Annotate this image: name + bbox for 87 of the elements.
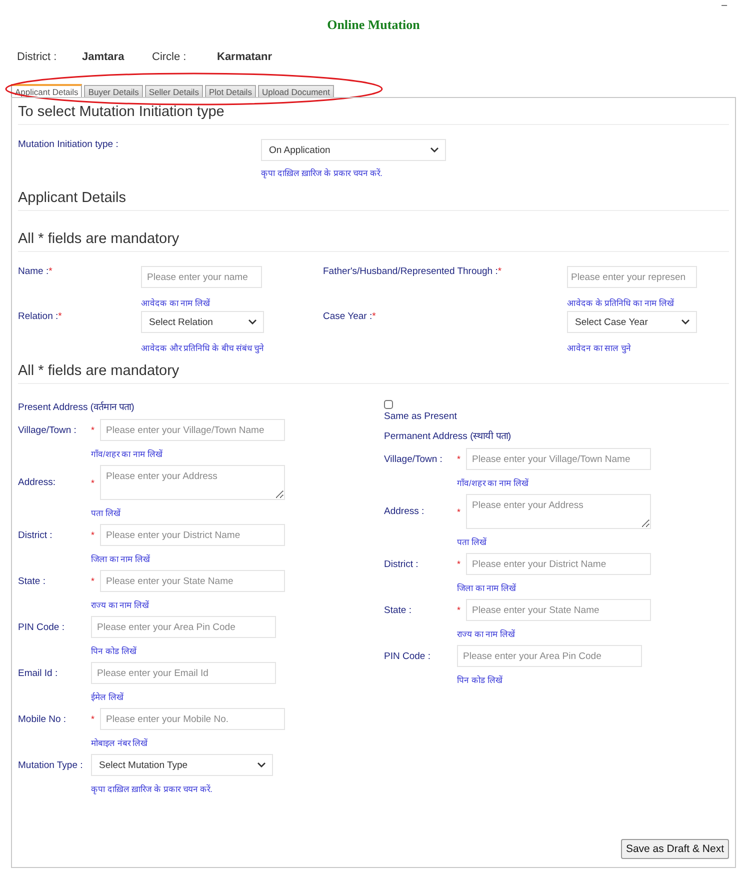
tab[interactable]: Buyer Details bbox=[84, 85, 143, 97]
field-label: Village/Town : bbox=[18, 424, 78, 436]
select-dropdown[interactable]: Select Mutation Type bbox=[91, 754, 273, 776]
chevron-down-icon bbox=[430, 147, 439, 153]
section-heading: Applicant Details bbox=[18, 184, 729, 211]
input-field[interactable]: Please enter your District Name bbox=[466, 553, 651, 575]
section-heading: To select Mutation Initiation type bbox=[18, 98, 729, 125]
field-label: Address: bbox=[18, 477, 56, 488]
field-label: Mobile No : bbox=[18, 714, 68, 724]
field-label: Father's/Husband/Represented Through :* bbox=[323, 266, 503, 279]
hint-text: गाँव/शहर का नाम लिखें bbox=[91, 448, 164, 459]
required-mark: * bbox=[457, 454, 462, 464]
select-dropdown[interactable]: Select Relation bbox=[141, 311, 264, 333]
tab[interactable]: Applicant Details bbox=[11, 84, 82, 97]
address-textarea[interactable]: Please enter your Address bbox=[466, 494, 651, 529]
minimize-mark[interactable]: – bbox=[721, 0, 727, 14]
location-value: Karmatanr bbox=[217, 51, 274, 63]
field-label: Address : bbox=[384, 506, 426, 517]
field-label: District : bbox=[384, 558, 420, 570]
required-mark: * bbox=[91, 478, 96, 488]
location-label: District : bbox=[17, 51, 58, 63]
address-title: Present Address (वर्तमान पता) bbox=[18, 400, 136, 413]
required-mark: * bbox=[91, 425, 96, 435]
hint-text: पता लिखें bbox=[91, 507, 122, 518]
input-field[interactable]: Please enter your Mobile No. bbox=[100, 708, 285, 730]
hint-text: आवेदक और प्रतिनिधि के बीच संबंध चुने bbox=[141, 342, 266, 353]
field-label: Name :* bbox=[18, 266, 54, 279]
hint-text: पिन कोड लिखें bbox=[91, 645, 138, 656]
hint-text: राज्य का नाम लिखें bbox=[91, 599, 150, 610]
input-field[interactable]: Please enter your Village/Town Name bbox=[100, 419, 285, 441]
field-label: State : bbox=[18, 576, 46, 586]
select-dropdown[interactable]: On Application bbox=[261, 139, 446, 161]
field-label: State : bbox=[384, 604, 412, 616]
address-title: Permanent Address (स्थायी पता) bbox=[384, 430, 512, 442]
input-field[interactable]: Please enter your Area Pin Code bbox=[457, 645, 642, 667]
tab[interactable]: Seller Details bbox=[144, 85, 203, 97]
hint-text: गाँव/शहर का नाम लिखें bbox=[457, 477, 530, 488]
address-textarea[interactable]: Please enter your Address bbox=[100, 465, 285, 500]
field-label: Email Id : bbox=[18, 668, 59, 678]
field-label: Case Year :* bbox=[323, 311, 377, 324]
hint-text: आवेदक का नाम लिखें bbox=[141, 297, 212, 308]
field-label: Mutation Initiation type : bbox=[18, 139, 120, 152]
required-mark: * bbox=[91, 576, 96, 586]
field-label: Relation :* bbox=[18, 311, 63, 324]
required-mark: * bbox=[457, 559, 462, 569]
field-label: Village/Town : bbox=[384, 454, 444, 464]
page-title: Online Mutation bbox=[326, 16, 421, 34]
checkbox[interactable] bbox=[384, 400, 393, 409]
required-mark: * bbox=[457, 506, 462, 516]
input-field[interactable]: Please enter your Area Pin Code bbox=[91, 616, 276, 638]
hint-text: जिला का नाम लिखें bbox=[91, 553, 152, 564]
hint-text: आवेदन का साल चुने bbox=[567, 342, 632, 353]
field-label: District : bbox=[18, 530, 54, 540]
hint-text: आवेदक के प्रतिनिधि का नाम लिखें bbox=[567, 297, 675, 308]
input-field[interactable]: Please enter your State Name bbox=[466, 599, 651, 621]
tab[interactable]: Upload Document bbox=[258, 85, 334, 97]
input-field[interactable]: Please enter your represen bbox=[567, 266, 697, 288]
section-heading: All * fields are mandatory bbox=[18, 225, 729, 252]
required-mark: * bbox=[91, 714, 96, 724]
tab[interactable]: Plot Details bbox=[204, 85, 256, 97]
hint-text: पिन कोड लिखें bbox=[457, 674, 504, 685]
hint-text: जिला का नाम लिखें bbox=[457, 582, 518, 593]
select-dropdown[interactable]: Select Case Year bbox=[567, 311, 697, 333]
field-label: PIN Code : bbox=[18, 622, 66, 632]
required-mark: * bbox=[457, 605, 462, 615]
hint-text: राज्य का नाम लिखें bbox=[457, 628, 516, 639]
hint-text: ईमेल लिखें bbox=[91, 691, 124, 702]
save-draft-button[interactable]: Save as Draft & Next bbox=[620, 839, 729, 859]
field-label: PIN Code : bbox=[384, 650, 432, 662]
chevron-down-icon bbox=[257, 762, 266, 768]
input-field[interactable]: Please enter your Email Id bbox=[91, 662, 276, 684]
input-field[interactable]: Please enter your name bbox=[141, 266, 262, 288]
input-field[interactable]: Please enter your Village/Town Name bbox=[466, 448, 651, 470]
input-field[interactable]: Please enter your District Name bbox=[100, 524, 285, 546]
hint-text: पता लिखें bbox=[457, 536, 488, 547]
hint-text: कृपा दाख़िल ख़ारिज के प्रकार चयन करें. bbox=[91, 783, 214, 794]
required-mark: * bbox=[91, 530, 96, 540]
section-heading: All * fields are mandatory bbox=[18, 357, 729, 384]
hint-text: कृपा दाख़िल ख़ारिज के प्रकार चयन करें. bbox=[261, 167, 384, 178]
checkbox-label: Same as Present bbox=[384, 411, 458, 422]
hint-text: मोबाइल नंबर लिखें bbox=[91, 737, 149, 748]
input-field[interactable]: Please enter your State Name bbox=[100, 570, 285, 592]
location-label: Circle : bbox=[152, 51, 188, 63]
chevron-down-icon bbox=[681, 319, 690, 325]
location-value: Jamtara bbox=[82, 51, 126, 63]
field-label: Mutation Type : bbox=[18, 760, 84, 770]
chevron-down-icon bbox=[248, 319, 257, 325]
